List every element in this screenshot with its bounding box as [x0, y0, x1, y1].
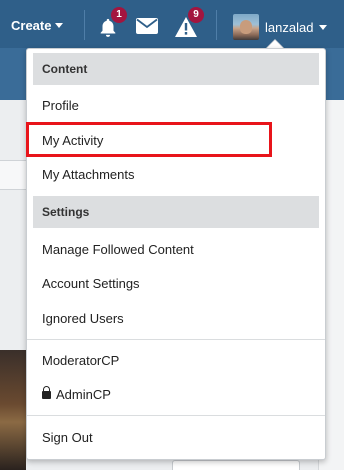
background-photo	[0, 350, 26, 470]
user-dropdown-menu: Content Profile My Activity My Attachmen…	[26, 48, 326, 460]
username-label: lanzalad	[265, 19, 314, 35]
menu-divider	[27, 339, 325, 340]
menu-item-moderatorcp[interactable]: ModeratorCP	[42, 353, 119, 368]
menu-item-ignored-users[interactable]: Ignored Users	[42, 311, 124, 326]
background-input[interactable]	[172, 460, 300, 470]
background-panel	[0, 160, 26, 190]
chevron-down-icon	[319, 24, 328, 30]
settings-section-header: Settings	[33, 196, 319, 228]
notifications-badge: 1	[111, 7, 127, 23]
messages-button[interactable]	[136, 16, 160, 38]
menu-item-profile[interactable]: Profile	[42, 98, 79, 113]
menu-item-account-settings[interactable]: Account Settings	[42, 276, 140, 291]
menu-item-manage-followed-content[interactable]: Manage Followed Content	[42, 242, 194, 257]
envelope-icon	[136, 18, 158, 34]
lock-icon	[42, 386, 51, 399]
alerts-button[interactable]: 9	[174, 7, 204, 40]
alerts-badge: 9	[188, 7, 204, 23]
create-button[interactable]: Create	[11, 18, 64, 33]
menu-item-my-attachments[interactable]: My Attachments	[42, 167, 134, 182]
admincp-label: AdminCP	[56, 387, 111, 402]
menu-item-sign-out[interactable]: Sign Out	[42, 430, 93, 445]
notifications-button[interactable]: 1	[97, 7, 127, 40]
create-label: Create	[11, 18, 52, 33]
toolbar-divider	[216, 10, 217, 40]
menu-divider	[27, 415, 325, 416]
chevron-down-icon	[55, 23, 64, 28]
highlight-annotation-box	[26, 122, 272, 157]
user-menu-button[interactable]: lanzalad	[233, 14, 328, 40]
avatar	[233, 14, 259, 40]
content-section-header: Content	[33, 53, 319, 85]
toolbar-divider	[84, 10, 85, 40]
menu-item-admincp[interactable]: AdminCP	[42, 386, 111, 402]
